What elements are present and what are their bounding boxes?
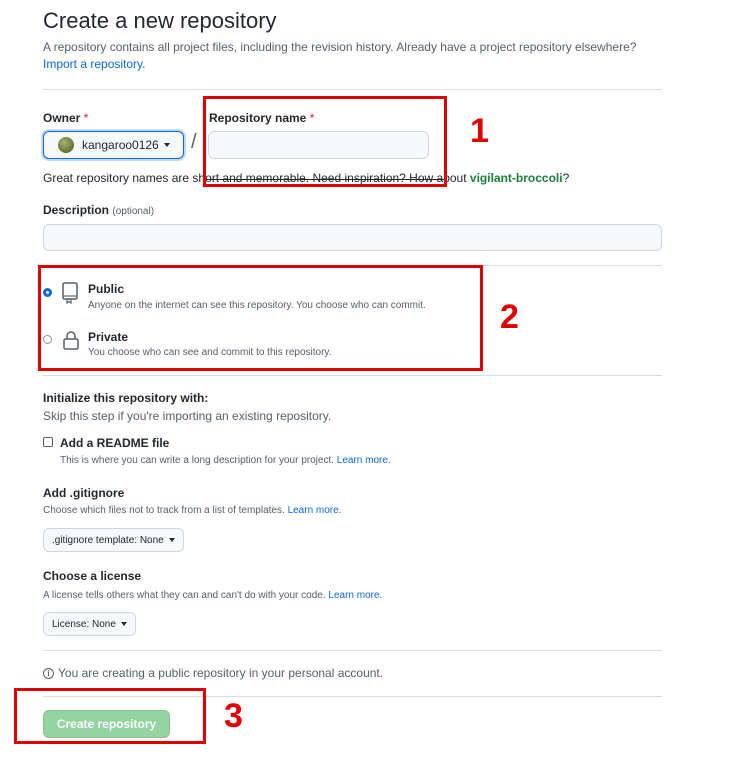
gitignore-desc-text: Choose which files not to track from a l… bbox=[43, 505, 285, 516]
initialize-subtext: Skip this step if you're importing an ex… bbox=[43, 409, 332, 423]
owner-label-text: Owner bbox=[43, 111, 81, 125]
readme-desc-text: This is where you can write a long descr… bbox=[60, 455, 335, 466]
caret-down-icon bbox=[120, 622, 127, 626]
info-icon: i bbox=[43, 667, 54, 679]
gitignore-select-label: .gitignore template: None bbox=[52, 534, 164, 546]
caret-down-icon bbox=[163, 143, 170, 147]
gitignore-heading: Add .gitignore bbox=[43, 486, 125, 500]
owner-label: Owner * bbox=[43, 111, 88, 125]
description-input[interactable] bbox=[43, 224, 662, 251]
license-desc-text: A license tells others what they can and… bbox=[43, 590, 326, 601]
annotation-number-1: 1 bbox=[470, 112, 489, 150]
license-description: A license tells others what they can and… bbox=[43, 590, 382, 601]
visibility-info: i You are creating a public repository i… bbox=[43, 666, 383, 680]
readme-checkbox[interactable] bbox=[43, 437, 53, 447]
owner-repo-separator: / bbox=[191, 131, 197, 153]
avatar bbox=[58, 137, 74, 153]
readme-learn-more-link[interactable]: Learn more. bbox=[337, 455, 391, 466]
intro-text: A repository contains all project files,… bbox=[43, 40, 637, 54]
readme-label[interactable]: Add a README file bbox=[60, 436, 169, 450]
import-repository-link[interactable]: Import a repository. bbox=[43, 57, 636, 71]
gitignore-description: Choose which files not to track from a l… bbox=[43, 505, 341, 516]
page-title: Create a new repository bbox=[43, 8, 277, 33]
gitignore-template-select[interactable]: .gitignore template: None bbox=[43, 528, 184, 552]
license-select[interactable]: License: None bbox=[43, 612, 136, 636]
divider bbox=[43, 89, 662, 90]
license-learn-more-link[interactable]: Learn more. bbox=[328, 590, 382, 601]
owner-value: kangaroo0126 bbox=[82, 138, 159, 152]
annotation-number-3: 3 bbox=[224, 697, 243, 735]
page-description: A repository contains all project files,… bbox=[43, 40, 636, 71]
initialize-heading: Initialize this repository with: bbox=[43, 391, 209, 405]
optional-tag: (optional) bbox=[112, 206, 155, 217]
annotation-box-3 bbox=[14, 688, 206, 744]
divider bbox=[43, 375, 662, 376]
annotation-box-1 bbox=[203, 96, 447, 187]
caret-down-icon bbox=[168, 538, 175, 542]
owner-dropdown[interactable]: kangaroo0126 bbox=[43, 131, 184, 159]
readme-description: This is where you can write a long descr… bbox=[60, 455, 391, 466]
info-text: You are creating a public repository in … bbox=[58, 666, 384, 680]
license-select-label: License: None bbox=[52, 618, 116, 630]
license-heading: Choose a license bbox=[43, 569, 142, 583]
gitignore-learn-more-link[interactable]: Learn more. bbox=[288, 505, 342, 516]
suggested-name-link[interactable]: vigilant-broccoli bbox=[470, 171, 563, 185]
required-mark: * bbox=[83, 111, 89, 125]
description-label-text: Description bbox=[43, 203, 110, 217]
divider bbox=[43, 650, 662, 651]
description-label: Description (optional) bbox=[43, 203, 154, 217]
annotation-box-2 bbox=[38, 265, 483, 371]
annotation-number-2: 2 bbox=[500, 298, 519, 336]
name-hint-suffix: ? bbox=[562, 171, 570, 185]
